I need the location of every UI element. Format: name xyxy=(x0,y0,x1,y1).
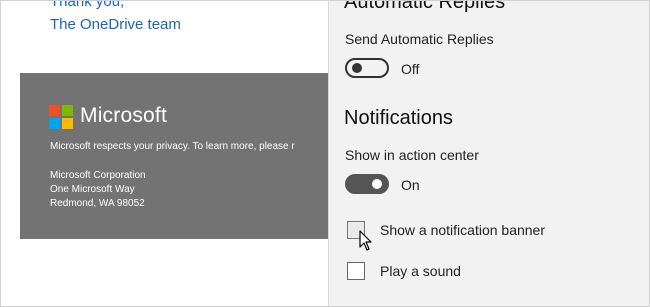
company-address: Microsoft Corporation One Microsoft Way … xyxy=(50,169,146,211)
microsoft-wordmark: Microsoft xyxy=(80,104,167,127)
play-sound-checkbox[interactable] xyxy=(347,262,365,280)
action-center-toggle-state: On xyxy=(401,177,420,193)
settings-panel: Automatic Replies Send Automatic Replies… xyxy=(328,0,650,307)
action-center-label: Show in action center xyxy=(345,147,479,163)
notification-banner-label[interactable]: Show a notification banner xyxy=(380,222,545,238)
toggle-knob xyxy=(372,179,382,189)
send-automatic-replies-label: Send Automatic Replies xyxy=(345,31,494,47)
address-line: Microsoft Corporation xyxy=(50,170,146,181)
email-closing-line: Thank you, xyxy=(50,0,125,10)
address-line: One Microsoft Way xyxy=(50,184,135,195)
notifications-heading: Notifications xyxy=(344,107,453,129)
email-signature-link[interactable]: The OneDrive team xyxy=(50,16,181,33)
action-center-toggle[interactable] xyxy=(345,174,389,194)
privacy-notice: Microsoft respects your privacy. To lear… xyxy=(50,141,295,152)
automatic-replies-toggle-state: Off xyxy=(401,61,420,77)
email-body: Thank you, The OneDrive team Microsoft M… xyxy=(0,0,330,307)
microsoft-logo-icon xyxy=(49,105,73,129)
address-line: Redmond, WA 98052 xyxy=(50,198,145,209)
mouse-cursor-icon xyxy=(359,230,372,251)
automatic-replies-toggle[interactable] xyxy=(345,58,389,78)
email-footer: Microsoft Microsoft respects your privac… xyxy=(20,73,330,239)
toggle-knob xyxy=(352,63,362,73)
automatic-replies-heading: Automatic Replies xyxy=(344,0,506,13)
play-sound-label[interactable]: Play a sound xyxy=(380,263,461,279)
